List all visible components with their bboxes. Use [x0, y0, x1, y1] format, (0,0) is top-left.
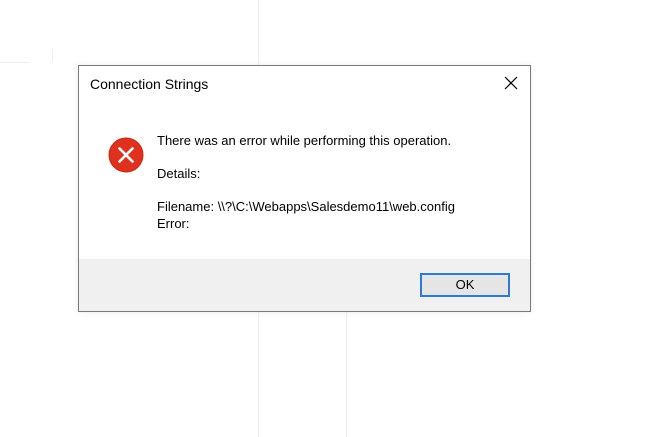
background-divider — [258, 312, 259, 437]
ok-button[interactable]: OK — [420, 273, 510, 297]
background-divider — [346, 312, 347, 437]
filename-line: Filename: \\?\C:\Webapps\Salesdemo11\web… — [157, 199, 455, 214]
close-button[interactable] — [492, 66, 530, 100]
dialog-title: Connection Strings — [90, 76, 209, 92]
details-label: Details: — [157, 166, 201, 181]
dialog-footer: OK — [79, 259, 530, 311]
error-line: Error: — [157, 216, 190, 231]
background-divider — [258, 0, 259, 65]
error-dialog: Connection Strings There was an error wh… — [78, 65, 531, 312]
ok-button-label: OK — [455, 277, 475, 292]
error-message: There was an error while performing this… — [157, 133, 452, 148]
background-divider — [0, 62, 30, 63]
close-icon — [504, 76, 518, 90]
background-divider — [52, 48, 53, 62]
error-icon — [108, 137, 144, 173]
title-bar: Connection Strings — [79, 66, 530, 102]
message-content: There was an error while performing this… — [157, 132, 517, 232]
